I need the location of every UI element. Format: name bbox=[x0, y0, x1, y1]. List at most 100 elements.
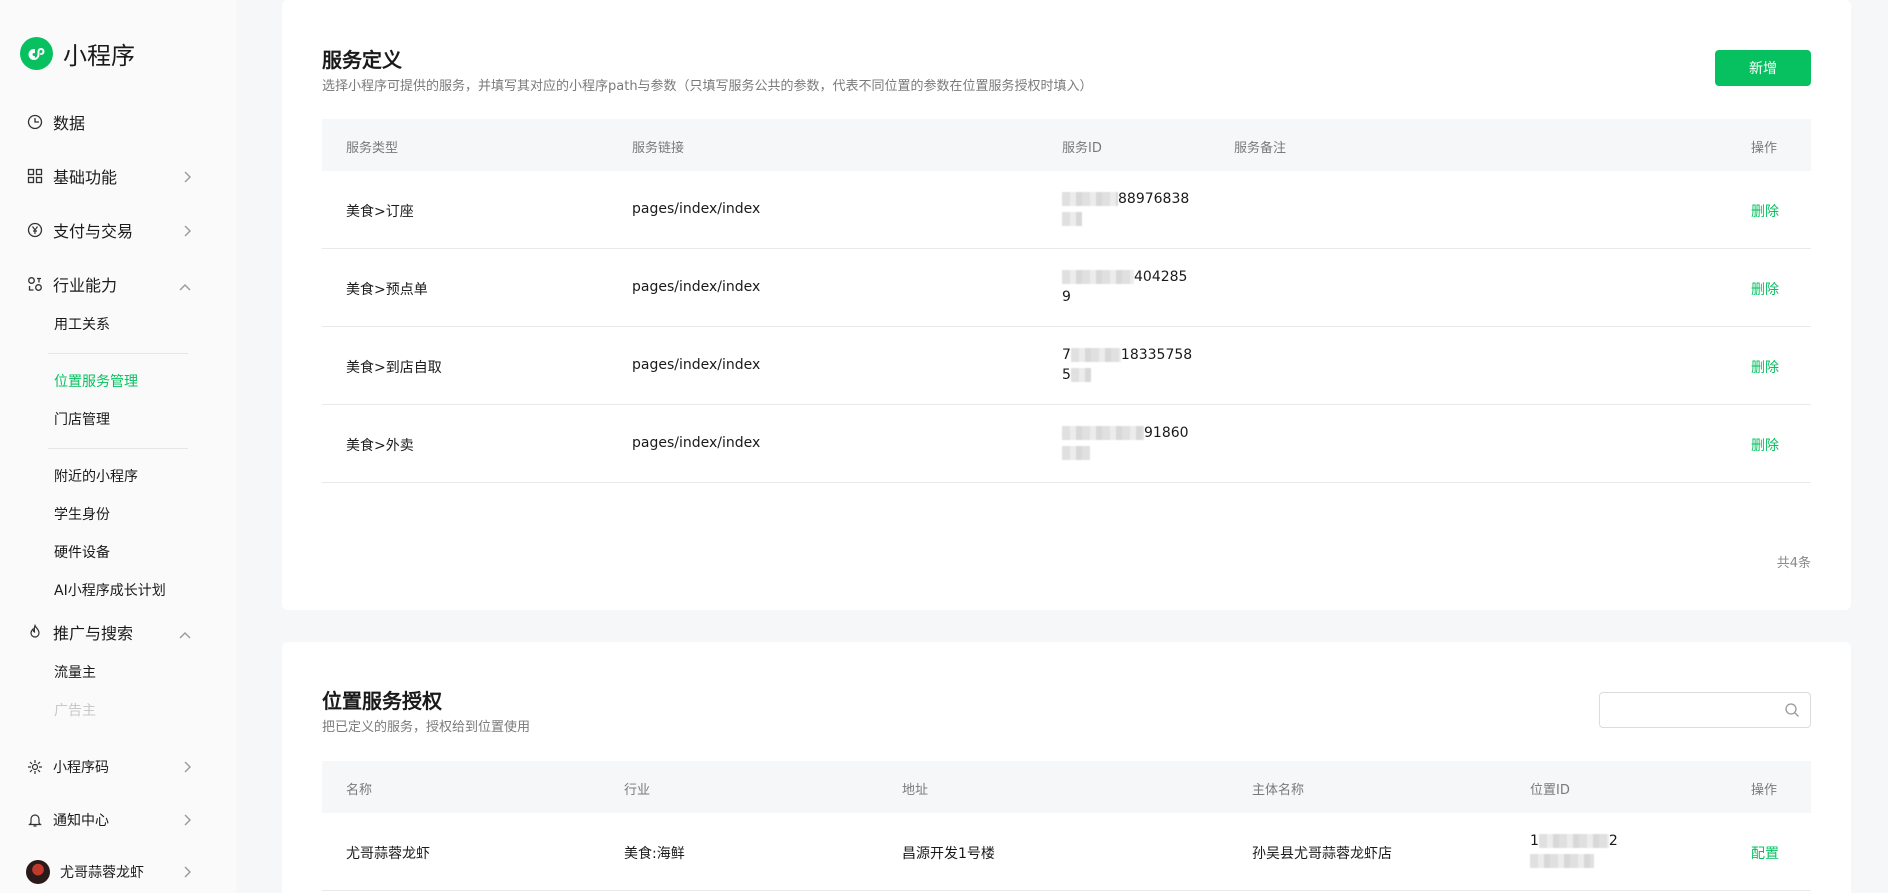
sidebar-item-promo[interactable]: 推广与搜索 bbox=[26, 617, 196, 647]
sidebar-sub-location-service[interactable]: 位置服务管理 bbox=[54, 372, 138, 392]
chevron-right-icon bbox=[182, 813, 192, 831]
service-type: 美食>外卖 bbox=[346, 438, 414, 454]
column-header: 行业 bbox=[624, 783, 651, 798]
column-header: 服务备注 bbox=[1234, 141, 1287, 156]
redaction bbox=[1538, 834, 1609, 848]
sidebar-item-label: 行业能力 bbox=[53, 276, 118, 295]
location-address: 昌源开发1号楼 bbox=[902, 846, 995, 862]
sun-icon bbox=[26, 759, 43, 776]
delete-link[interactable]: 删除 bbox=[1751, 435, 1811, 455]
delete-link[interactable]: 删除 bbox=[1751, 279, 1811, 299]
section-title: 位置服务授权 bbox=[322, 689, 442, 713]
total-count: 共4条 bbox=[1776, 556, 1811, 571]
account-name: 尤哥蒜蓉龙虾 bbox=[60, 865, 144, 881]
configure-link[interactable]: 配置 bbox=[1751, 843, 1811, 863]
sidebar-item-industry[interactable]: 行业能力 bbox=[26, 269, 196, 299]
divider bbox=[48, 448, 188, 449]
sidebar-item-label: 数据 bbox=[53, 114, 86, 133]
sidebar-item-label: 基础功能 bbox=[53, 168, 118, 187]
redaction bbox=[1062, 192, 1118, 206]
redaction bbox=[1530, 854, 1594, 868]
miniprogram-logo-icon bbox=[20, 37, 53, 70]
chevron-right-icon bbox=[182, 865, 192, 883]
sidebar-sub-advertiser[interactable]: 广告主 bbox=[54, 701, 96, 721]
grid-icon bbox=[26, 168, 43, 185]
search-field[interactable] bbox=[1599, 692, 1811, 728]
add-service-button[interactable]: 新增 bbox=[1715, 50, 1811, 86]
chevron-right-icon bbox=[182, 223, 192, 242]
sidebar-item-label: 推广与搜索 bbox=[53, 624, 134, 643]
table-header: 服务类型 服务链接 服务ID 服务备注 操作 bbox=[322, 119, 1811, 171]
sidebar-sub-employment[interactable]: 用工关系 bbox=[54, 315, 110, 335]
location-name: 尤哥蒜蓉龙虾 bbox=[346, 846, 430, 862]
service-type: 美食>到店自取 bbox=[346, 360, 442, 376]
industry-icon bbox=[26, 276, 43, 293]
redaction bbox=[1070, 368, 1091, 382]
column-header: 地址 bbox=[902, 783, 929, 798]
sidebar-item-account[interactable]: 尤哥蒜蓉龙虾 bbox=[26, 857, 196, 887]
section-description: 选择小程序可提供的服务，并填写其对应的小程序path与参数（只填写服务公共的参数… bbox=[322, 79, 1093, 94]
delete-link[interactable]: 删除 bbox=[1751, 201, 1811, 221]
sidebar: 小程序 数据 基础功能 支付与交易 行业能力 用工关系 位置服务管理 门店管理 … bbox=[0, 0, 236, 893]
clock-icon bbox=[26, 114, 43, 131]
sidebar-sub-ai-growth[interactable]: AI小程序成长计划 bbox=[54, 581, 166, 601]
table-row: 美食>到店自取 pages/index/index 7 18335758 5 删除 bbox=[322, 327, 1811, 405]
sidebar-item-qrcode[interactable]: 小程序码 bbox=[26, 752, 196, 782]
column-header: 位置ID bbox=[1530, 783, 1570, 798]
yen-icon bbox=[26, 222, 43, 239]
divider bbox=[48, 353, 188, 354]
sidebar-item-notify[interactable]: 通知中心 bbox=[26, 805, 196, 835]
service-id: 91860 bbox=[1062, 423, 1189, 463]
service-type: 美食>订座 bbox=[346, 204, 414, 220]
column-header: 操作 bbox=[1751, 783, 1778, 798]
sidebar-item-data[interactable]: 数据 bbox=[26, 107, 196, 137]
search-input[interactable] bbox=[1600, 693, 1770, 727]
location-auth-card: 位置服务授权 把已定义的服务，授权给到位置使用 名称 行业 地址 主体名称 位置… bbox=[282, 642, 1851, 893]
column-header: 名称 bbox=[346, 783, 373, 798]
chevron-up-icon bbox=[178, 625, 192, 644]
redaction bbox=[1062, 426, 1144, 440]
location-id: 12 bbox=[1530, 831, 1618, 871]
avatar bbox=[26, 860, 50, 884]
sidebar-sub-student[interactable]: 学生身份 bbox=[54, 505, 110, 525]
sidebar-sub-nearby[interactable]: 附近的小程序 bbox=[54, 467, 138, 487]
search-icon[interactable] bbox=[1784, 702, 1800, 722]
service-link: pages/index/index bbox=[632, 279, 761, 295]
location-industry: 美食:海鲜 bbox=[624, 846, 685, 862]
service-table: 服务类型 服务链接 服务ID 服务备注 操作 美食>订座 pages/index… bbox=[322, 119, 1811, 483]
brand[interactable]: 小程序 bbox=[20, 36, 135, 71]
service-link: pages/index/index bbox=[632, 435, 761, 451]
redaction bbox=[1070, 348, 1121, 362]
sidebar-sub-store[interactable]: 门店管理 bbox=[54, 410, 110, 430]
section-description: 把已定义的服务，授权给到位置使用 bbox=[322, 720, 531, 735]
column-header: 操作 bbox=[1751, 141, 1778, 156]
sidebar-item-pay[interactable]: 支付与交易 bbox=[26, 215, 196, 245]
sidebar-item-basic[interactable]: 基础功能 bbox=[26, 161, 196, 191]
sidebar-sub-hardware[interactable]: 硬件设备 bbox=[54, 543, 110, 563]
table-row: 美食>预点单 pages/index/index 404285 9 删除 bbox=[322, 249, 1811, 327]
table-row: 美食>外卖 pages/index/index 91860 删除 bbox=[322, 405, 1811, 483]
service-link: pages/index/index bbox=[632, 201, 761, 217]
chevron-up-icon bbox=[178, 277, 192, 296]
delete-link[interactable]: 删除 bbox=[1751, 357, 1811, 377]
redaction bbox=[1062, 446, 1090, 460]
section-title: 服务定义 bbox=[322, 48, 402, 72]
table-row: 美食>订座 pages/index/index 88976838 删除 bbox=[322, 171, 1811, 249]
redaction bbox=[1062, 212, 1082, 226]
location-entity: 孙吴县尤哥蒜蓉龙虾店 bbox=[1252, 846, 1392, 862]
chevron-right-icon bbox=[182, 169, 192, 188]
service-id: 88976838 bbox=[1062, 189, 1189, 229]
location-table: 名称 行业 地址 主体名称 位置ID 操作 尤哥蒜蓉龙虾 美食:海鲜 昌源开发1… bbox=[322, 761, 1811, 891]
sidebar-item-label: 小程序码 bbox=[53, 760, 109, 776]
sidebar-item-label: 通知中心 bbox=[53, 813, 109, 829]
column-header: 服务链接 bbox=[632, 141, 685, 156]
column-header: 服务类型 bbox=[346, 141, 399, 156]
column-header: 主体名称 bbox=[1252, 783, 1305, 798]
table-header: 名称 行业 地址 主体名称 位置ID 操作 bbox=[322, 761, 1811, 813]
brand-name: 小程序 bbox=[63, 42, 135, 70]
chevron-right-icon bbox=[182, 760, 192, 778]
sidebar-sub-traffic-owner[interactable]: 流量主 bbox=[54, 663, 96, 683]
service-id: 404285 9 bbox=[1062, 269, 1188, 305]
service-type: 美食>预点单 bbox=[346, 282, 428, 298]
flame-icon bbox=[26, 624, 43, 641]
